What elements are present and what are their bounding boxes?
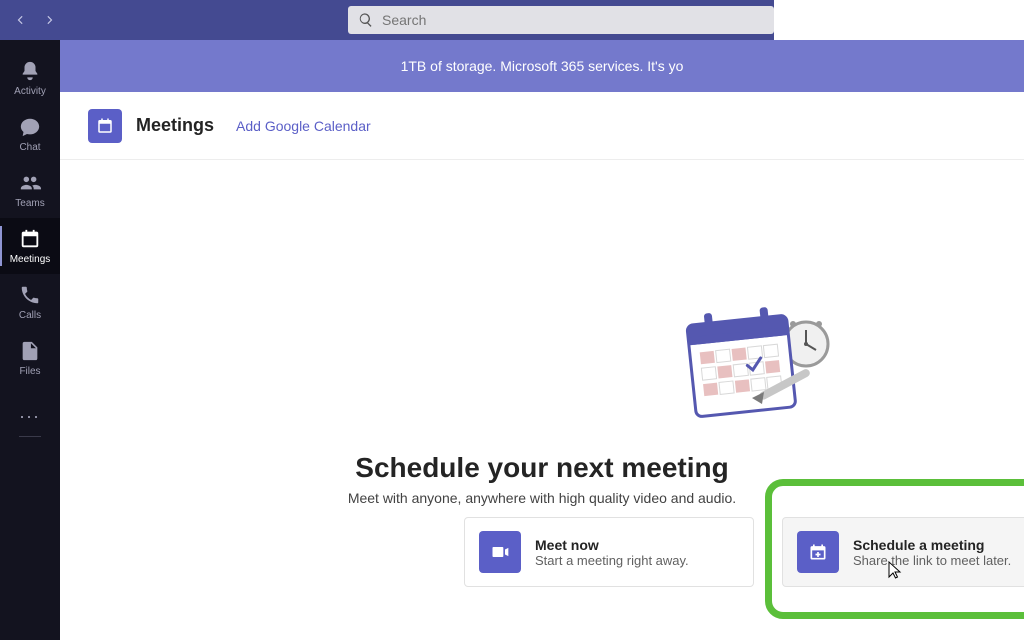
page-title: Meetings [136, 115, 214, 136]
promo-banner: 1TB of storage. Microsoft 365 services. … [60, 40, 1024, 92]
schedule-meeting-card[interactable]: Schedule a meeting Share the link to mee… [782, 517, 1024, 587]
chevron-left-icon [13, 13, 27, 27]
rail-chat[interactable]: Chat [0, 106, 60, 162]
rail-label: Activity [14, 86, 46, 97]
calendar-icon [96, 117, 114, 135]
search-icon [358, 12, 374, 28]
calendar-illustration [682, 302, 836, 432]
video-icon [479, 531, 521, 573]
ellipsis-icon: ... [19, 402, 40, 423]
nav-forward-button[interactable] [38, 8, 62, 32]
chat-icon [19, 116, 41, 138]
nav-arrows [8, 8, 62, 32]
card-title: Meet now [535, 537, 689, 553]
file-icon [19, 340, 41, 362]
rail-teams[interactable]: Teams [0, 162, 60, 218]
meet-now-card[interactable]: Meet now Start a meeting right away. [464, 517, 754, 587]
people-icon [19, 172, 41, 194]
hero-subtitle: Meet with anyone, anywhere with high qua… [60, 490, 1024, 506]
bell-icon [19, 60, 41, 82]
rail-calls[interactable]: Calls [0, 274, 60, 330]
chevron-right-icon [43, 13, 57, 27]
rail-label: Files [19, 366, 40, 377]
search-input[interactable] [382, 12, 764, 28]
content-area: Schedule your next meeting Meet with any… [60, 160, 1024, 640]
card-subtitle: Share the link to meet later. [853, 553, 1011, 568]
page-header: Meetings Add Google Calendar [60, 92, 1024, 160]
calendar-icon [19, 228, 41, 250]
banner-text: 1TB of storage. Microsoft 365 services. … [401, 58, 684, 74]
rail-files[interactable]: Files [0, 330, 60, 386]
search-box[interactable] [348, 6, 774, 34]
rail-label: Chat [19, 142, 40, 153]
titlebar-right-mask [774, 0, 1024, 40]
main-area: 1TB of storage. Microsoft 365 services. … [60, 40, 1024, 640]
rail-label: Meetings [10, 254, 51, 265]
add-google-calendar-link[interactable]: Add Google Calendar [236, 118, 371, 134]
phone-icon [19, 284, 41, 306]
card-subtitle: Start a meeting right away. [535, 553, 689, 568]
rail-separator [19, 436, 41, 437]
app-rail: Activity Chat Teams Meetings Calls Files… [0, 40, 60, 640]
rail-label: Teams [15, 198, 44, 209]
titlebar [0, 0, 1024, 40]
calendar-add-icon [797, 531, 839, 573]
rail-more-button[interactable]: ... [0, 392, 60, 432]
nav-back-button[interactable] [8, 8, 32, 32]
rail-meetings[interactable]: Meetings [0, 218, 60, 274]
meetings-app-icon [88, 109, 122, 143]
card-title: Schedule a meeting [853, 537, 1011, 553]
hero-title: Schedule your next meeting [60, 452, 1024, 484]
rail-label: Calls [19, 310, 41, 321]
rail-activity[interactable]: Activity [0, 50, 60, 106]
